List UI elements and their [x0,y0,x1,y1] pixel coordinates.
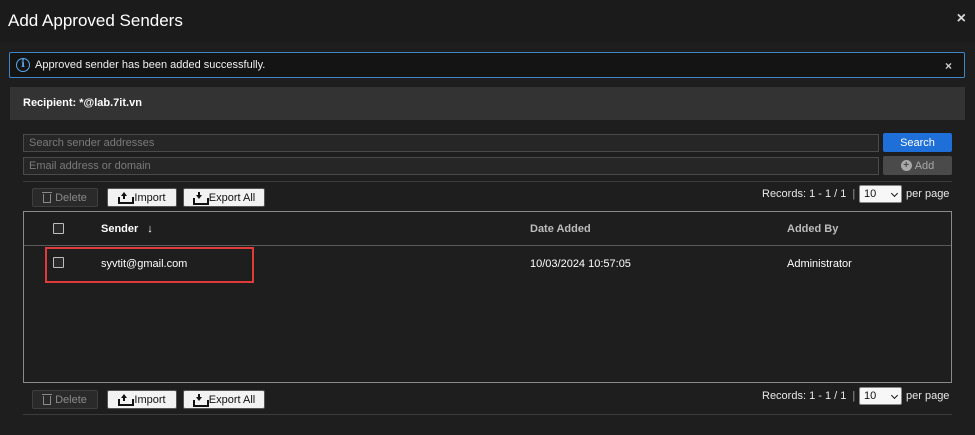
email-field[interactable] [23,157,879,175]
records-text: Records: 1 - 1 / 1 [762,188,847,200]
upload-icon [118,394,135,406]
per-page-label: per page [906,188,950,200]
divider [23,414,952,415]
close-dialog-button[interactable]: × [957,10,966,28]
info-icon: i [16,58,30,72]
add-button[interactable]: + Add [883,156,952,175]
search-button[interactable]: Search [883,133,952,152]
search-input[interactable] [23,134,879,152]
plus-icon: + [900,160,912,171]
import-label: Import [134,191,166,204]
column-added-by[interactable]: Added By [787,223,838,235]
dialog-title: Add Approved Senders [8,11,183,30]
delete-label: Delete [55,393,87,406]
alert-message: Approved sender has been added successfu… [35,59,266,71]
download-icon [192,192,209,205]
export-label: Export All [208,191,256,204]
alert-close-button[interactable]: × [945,59,952,73]
divider [23,181,952,182]
chevron-down-icon [890,391,899,400]
column-sender[interactable]: Sender ↓ [101,223,153,235]
annotation-highlight-box [45,247,254,283]
export-all-button[interactable]: Export All [183,188,265,207]
export-all-button-bottom[interactable]: Export All [183,390,265,409]
recipient-bar: Recipient: *@lab.7it.vn [10,87,965,120]
import-label: Import [134,393,166,406]
records-count: Records: 1 - 1 / 1 | [762,188,861,200]
row-date-added: 10/03/2024 10:57:05 [530,258,631,270]
select-all-checkbox[interactable] [53,223,64,234]
delete-button[interactable]: Delete [32,188,98,207]
per-page-select-bottom[interactable]: 10 [859,387,902,405]
records-text: Records: 1 - 1 / 1 [762,390,847,402]
column-sender-label: Sender [101,223,139,235]
trash-icon [42,192,53,203]
per-page-value: 10 [864,390,877,402]
table-header: Sender ↓ Date Added Added By [24,212,951,246]
import-button-bottom[interactable]: Import [107,390,177,409]
delete-label: Delete [55,191,87,204]
chevron-down-icon [890,189,899,198]
add-button-label: Add [914,159,935,172]
per-page-label-bottom: per page [906,390,950,402]
row-added-by: Administrator [787,258,852,270]
trash-icon [42,394,53,405]
delete-button-bottom[interactable]: Delete [32,390,98,409]
per-page-value: 10 [864,188,877,200]
per-page-select[interactable]: 10 [859,185,902,203]
records-count-bottom: Records: 1 - 1 / 1 | [762,390,861,402]
export-label: Export All [208,393,256,406]
success-alert: i Approved sender has been added success… [9,52,965,78]
dialog-titlebar: Add Approved Senders × [0,0,975,42]
recipient-label: Recipient: *@lab.7it.vn [23,97,142,109]
import-button[interactable]: Import [107,188,177,207]
column-date-added[interactable]: Date Added [530,223,591,235]
senders-table: Sender ↓ Date Added Added By syvtit@gmail… [23,211,952,383]
download-icon [192,394,209,407]
sort-down-icon: ↓ [147,223,153,235]
upload-icon [118,192,135,204]
